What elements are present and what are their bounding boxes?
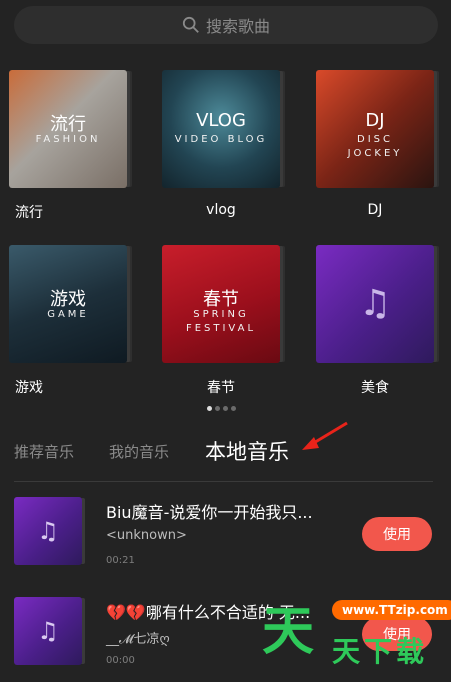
cover-subtitle: FASHION <box>35 134 101 145</box>
page-dot <box>231 406 236 411</box>
page-dot <box>215 406 220 411</box>
song-duration: 00:21 <box>106 555 135 566</box>
cover-subtitle: SPRING <box>193 309 249 320</box>
cover-subtitle-2: JOCKEY <box>347 148 403 159</box>
song-cover-icon: ♫ <box>14 497 82 565</box>
tab-my-music[interactable]: 我的音乐 <box>109 441 169 462</box>
watermark-big-text: 天 <box>262 602 315 662</box>
category-item-vlog[interactable]: VLOG VIDEO BLOG vlog <box>162 70 280 218</box>
category-cover-game: 游戏 GAME <box>9 245 127 363</box>
category-label: 美食 <box>361 380 389 396</box>
category-label: DJ <box>367 202 383 218</box>
tab-divider <box>14 481 433 482</box>
music-tabs: 推荐音乐 我的音乐 本地音乐 <box>14 436 434 466</box>
song-cover-icon: ♫ <box>14 597 82 665</box>
category-cover-spring-festival: 春节 SPRING FESTIVAL <box>162 245 280 363</box>
cover-title: 流行 <box>50 114 86 135</box>
category-label: 游戏 <box>15 380 43 396</box>
cover-title: 春节 <box>203 289 239 310</box>
tab-recommended[interactable]: 推荐音乐 <box>14 441 74 462</box>
song-title: Biu魔音-说爱你一开始我只... <box>106 503 313 522</box>
cover-title: DJ <box>365 110 385 131</box>
watermark-url: www.TTzip.com <box>332 600 451 620</box>
tab-local-music[interactable]: 本地音乐 <box>205 436 289 466</box>
category-label: 春节 <box>207 380 235 396</box>
page-dot-active <box>207 406 212 411</box>
category-label: vlog <box>206 202 236 218</box>
cover-title: VLOG <box>196 110 246 131</box>
category-cover-food: ♫ <box>316 245 434 363</box>
site-watermark: www.TTzip.com 天 天下载 <box>262 598 451 668</box>
use-button[interactable]: 使用 <box>362 517 432 551</box>
watermark-small-text: 天下载 <box>332 635 429 668</box>
music-note-icon: ♫ <box>358 283 392 324</box>
category-item-pop[interactable]: 流行 FASHION 流行 <box>9 70 127 222</box>
search-bar[interactable]: 搜索歌曲 <box>14 6 438 44</box>
song-row[interactable]: ♫ Biu魔音-说爱你一开始我只... <unknown> 00:21 使用 <box>14 497 434 575</box>
category-item-dj[interactable]: DJ DISC JOCKEY DJ <box>316 70 434 218</box>
page-dot <box>223 406 228 411</box>
cover-subtitle: DISC <box>357 134 393 145</box>
category-item-spring-festival[interactable]: 春节 SPRING FESTIVAL 春节 <box>162 245 280 397</box>
category-item-food[interactable]: ♫ 美食 <box>316 245 434 397</box>
search-placeholder: 搜索歌曲 <box>205 17 270 36</box>
category-item-game[interactable]: 游戏 GAME 游戏 <box>9 245 127 397</box>
category-cover-dj: DJ DISC JOCKEY <box>316 70 434 188</box>
page-indicator <box>207 406 236 411</box>
category-cover-pop: 流行 FASHION <box>9 70 127 188</box>
cover-title: 游戏 <box>50 289 86 310</box>
song-duration: 00:00 <box>106 655 135 666</box>
category-cover-vlog: VLOG VIDEO BLOG <box>162 70 280 188</box>
song-artist: __𝓜七凉ღ <box>106 632 170 647</box>
song-artist: <unknown> <box>106 528 187 543</box>
category-label: 流行 <box>15 205 43 221</box>
cover-subtitle: GAME <box>47 309 89 320</box>
search-icon <box>182 16 199 33</box>
cover-subtitle-2: FESTIVAL <box>185 323 257 334</box>
annotation-arrow-icon <box>302 421 348 450</box>
cover-subtitle: VIDEO BLOG <box>174 134 268 145</box>
